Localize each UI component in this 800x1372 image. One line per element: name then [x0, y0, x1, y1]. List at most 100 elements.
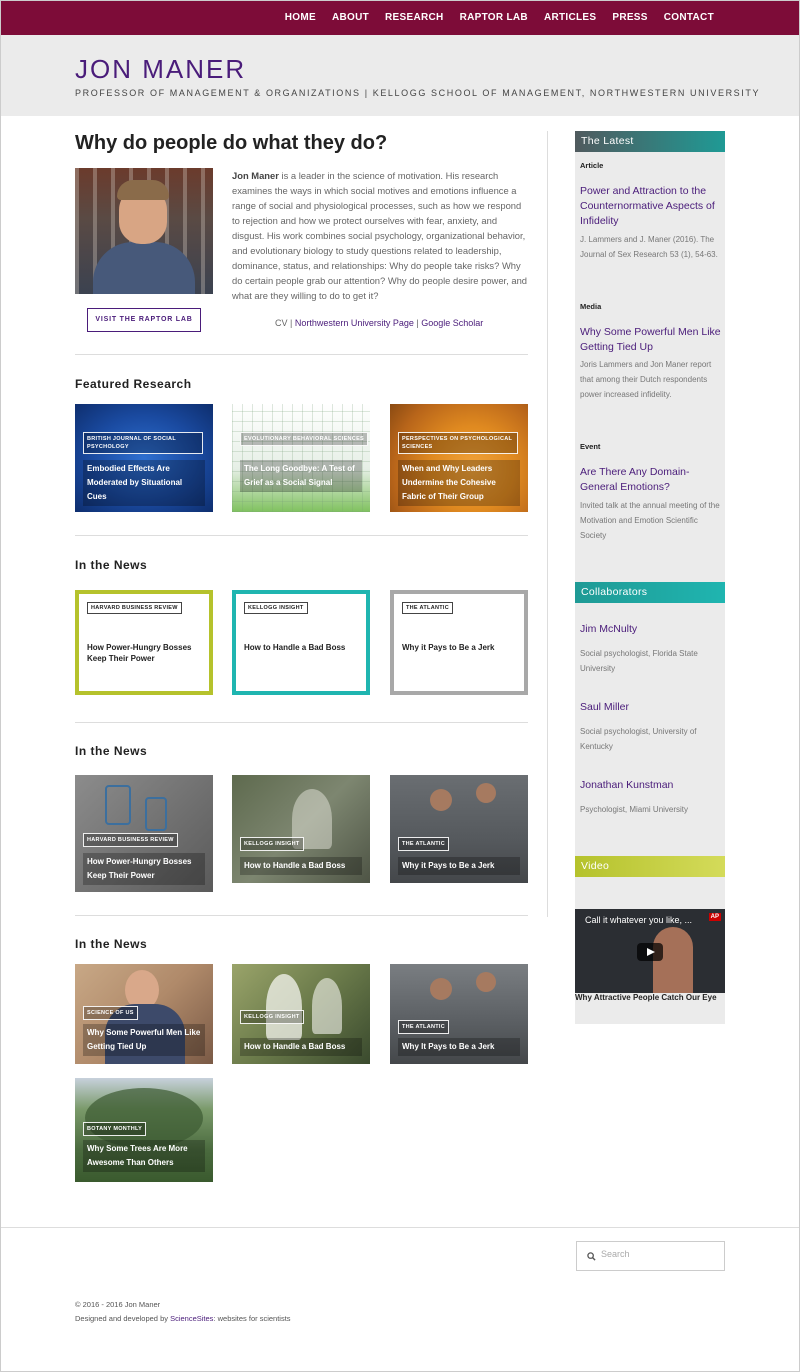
bio-name: Jon Maner	[232, 170, 279, 181]
news-card[interactable]: THE ATLANTIC Why it Pays to Be a Jerk	[390, 775, 528, 883]
card-source: THE ATLANTIC	[398, 1020, 450, 1034]
card-source: HARVARD BUSINESS REVIEW	[83, 833, 178, 847]
site-title[interactable]: JON MANER	[75, 54, 246, 85]
collaborator-role: Psychologist, Miami University	[580, 805, 689, 814]
news-card[interactable]: THE ATLANTIC Why It Pays to Be a Jerk	[390, 964, 528, 1064]
news-title: How Power-Hungry Bosses Keep Their Power	[87, 643, 192, 663]
collaborator-role: Social psychologist, University of Kentu…	[580, 727, 697, 751]
latest-category: Event	[580, 442, 601, 451]
collaborator-name[interactable]: Jim McNulty	[580, 622, 722, 637]
news-source: THE ATLANTIC	[402, 602, 454, 614]
latest-header: The Latest	[575, 131, 725, 152]
card-title: When and Why Leaders Undermine the Cohes…	[398, 460, 520, 506]
bio-body: is a leader in the science of motivation…	[232, 170, 527, 301]
divider	[75, 915, 528, 916]
card-source: PERSPECTIVES ON PSYCHOLOGICAL SCIENCES	[398, 432, 518, 454]
news-box[interactable]: THE ATLANTIC Why it Pays to Be a Jerk	[390, 590, 528, 695]
latest-category: Media	[580, 302, 602, 311]
cv-link[interactable]: CV	[275, 318, 288, 328]
top-nav: HOME ABOUT RESEARCH RAPTOR LAB ARTICLES …	[0, 0, 800, 35]
featured-card[interactable]: PERSPECTIVES ON PSYCHOLOGICAL SCIENCES W…	[390, 404, 528, 512]
latest-description: Invited talk at the annual meeting of th…	[580, 501, 720, 540]
news-card[interactable]: HARVARD BUSINESS REVIEW How Power-Hungry…	[75, 775, 213, 892]
card-source: BOTANY MONTHLY	[83, 1122, 147, 1136]
page-heading: Why do people do what they do?	[75, 132, 388, 154]
news-card[interactable]: KELLOGG INSIGHT How to Handle a Bad Boss	[232, 775, 370, 883]
news-title: How to Handle a Bad Boss	[244, 643, 346, 652]
profile-links: CV | Northwestern University Page | Goog…	[275, 318, 483, 328]
visit-raptor-lab-button[interactable]: VISIT THE RAPTOR LAB	[87, 308, 201, 332]
card-source: THE ATLANTIC	[398, 837, 450, 851]
collaborator-name[interactable]: Saul Miller	[580, 700, 722, 715]
sciencesites-link[interactable]: ScienceSites	[170, 1314, 213, 1323]
divider	[75, 535, 528, 536]
card-source: BRITISH JOURNAL OF SOCIAL PSYCHOLOGY	[83, 432, 203, 454]
collaborators-header: Collaborators	[575, 582, 725, 603]
collaborator-name[interactable]: Jonathan Kunstman	[580, 778, 722, 793]
news-card[interactable]: KELLOGG INSIGHT How to Handle a Bad Boss	[232, 964, 370, 1064]
in-the-news-title: In the News	[75, 558, 148, 572]
site-tagline: PROFESSOR OF MANAGEMENT & ORGANIZATIONS …	[75, 88, 761, 98]
nav-home[interactable]: HOME	[285, 12, 316, 23]
news-source: KELLOGG INSIGHT	[244, 602, 308, 614]
credit-suffix: : websites for scientists	[213, 1314, 291, 1323]
profile-photo	[75, 168, 213, 294]
latest-link[interactable]: Power and Attraction to the Counternorma…	[580, 184, 722, 229]
nav-about[interactable]: ABOUT	[332, 12, 369, 23]
card-title: How to Handle a Bad Boss	[240, 1038, 362, 1056]
site-credit: Designed and developed by ScienceSites: …	[75, 1314, 291, 1323]
card-source: KELLOGG INSIGHT	[240, 837, 304, 851]
ap-badge: AP	[708, 913, 721, 921]
divider	[75, 722, 528, 723]
latest-description: J. Lammers and J. Maner (2016). The Jour…	[580, 235, 718, 259]
masthead: JON MANER PROFESSOR OF MANAGEMENT & ORGA…	[0, 35, 800, 116]
search-input[interactable]	[601, 1249, 716, 1259]
featured-card[interactable]: BRITISH JOURNAL OF SOCIAL PSYCHOLOGY Emb…	[75, 404, 213, 512]
footer-divider	[0, 1227, 800, 1228]
credit-prefix: Designed and developed by	[75, 1314, 171, 1323]
nav-articles[interactable]: ARTICLES	[544, 12, 596, 23]
sidebar: The Latest Article Power and Attraction …	[575, 131, 725, 1024]
card-title: Why Some Powerful Men Like Getting Tied …	[83, 1024, 205, 1056]
card-title: Why It Pays to Be a Jerk	[398, 1038, 520, 1056]
news-card[interactable]: SCIENCE OF US Why Some Powerful Men Like…	[75, 964, 213, 1064]
news-source: HARVARD BUSINESS REVIEW	[87, 602, 182, 614]
card-title: Why Some Trees Are More Awesome Than Oth…	[83, 1140, 205, 1172]
play-icon[interactable]	[637, 943, 663, 961]
nav-press[interactable]: PRESS	[612, 12, 647, 23]
northwestern-page-link[interactable]: Northwestern University Page	[295, 318, 414, 328]
video-header: Video	[575, 856, 725, 877]
card-title: How Power-Hungry Bosses Keep Their Power	[83, 853, 205, 885]
latest-link[interactable]: Are There Any Domain-General Emotions?	[580, 465, 722, 495]
video-overlay-title: Call it whatever you like, ...	[585, 915, 693, 925]
google-scholar-link[interactable]: Google Scholar	[421, 318, 483, 328]
copyright: © 2016 - 2016 Jon Maner	[75, 1300, 161, 1309]
search-icon	[587, 1252, 596, 1261]
card-source: EVOLUTIONARY BEHAVIORAL SCIENCES	[240, 432, 369, 446]
featured-card[interactable]: EVOLUTIONARY BEHAVIORAL SCIENCES The Lon…	[232, 404, 370, 512]
card-source: KELLOGG INSIGHT	[240, 1010, 304, 1024]
search-box[interactable]	[576, 1241, 725, 1271]
bio-text: Jon Maner is a leader in the science of …	[232, 168, 528, 303]
latest-description: Joris Lammers and Jon Maner report that …	[580, 360, 712, 399]
collaborator-role: Social psychologist, Florida State Unive…	[580, 649, 698, 673]
nav-research[interactable]: RESEARCH	[385, 12, 444, 23]
featured-research-title: Featured Research	[75, 377, 192, 391]
card-title: Why it Pays to Be a Jerk	[398, 857, 520, 875]
latest-category: Article	[580, 161, 604, 170]
news-card[interactable]: BOTANY MONTHLY Why Some Trees Are More A…	[75, 1078, 213, 1182]
column-divider	[547, 131, 548, 917]
card-title: Embodied Effects Are Moderated by Situat…	[83, 460, 205, 506]
latest-link[interactable]: Why Some Powerful Men Like Getting Tied …	[580, 325, 722, 355]
news-box[interactable]: KELLOGG INSIGHT How to Handle a Bad Boss	[232, 590, 370, 695]
video-player[interactable]: Call it whatever you like, ... AP	[575, 909, 725, 993]
news-title: Why it Pays to Be a Jerk	[402, 643, 495, 652]
in-the-news-title: In the News	[75, 937, 148, 951]
video-caption[interactable]: Why Attractive People Catch Our Eye	[575, 993, 717, 1002]
card-source: SCIENCE OF US	[83, 1006, 138, 1020]
nav-raptor-lab[interactable]: RAPTOR LAB	[460, 12, 528, 23]
news-box[interactable]: HARVARD BUSINESS REVIEW How Power-Hungry…	[75, 590, 213, 695]
card-title: The Long Goodbye: A Test of Grief as a S…	[240, 460, 362, 492]
nav-contact[interactable]: CONTACT	[664, 12, 714, 23]
divider	[75, 354, 528, 355]
